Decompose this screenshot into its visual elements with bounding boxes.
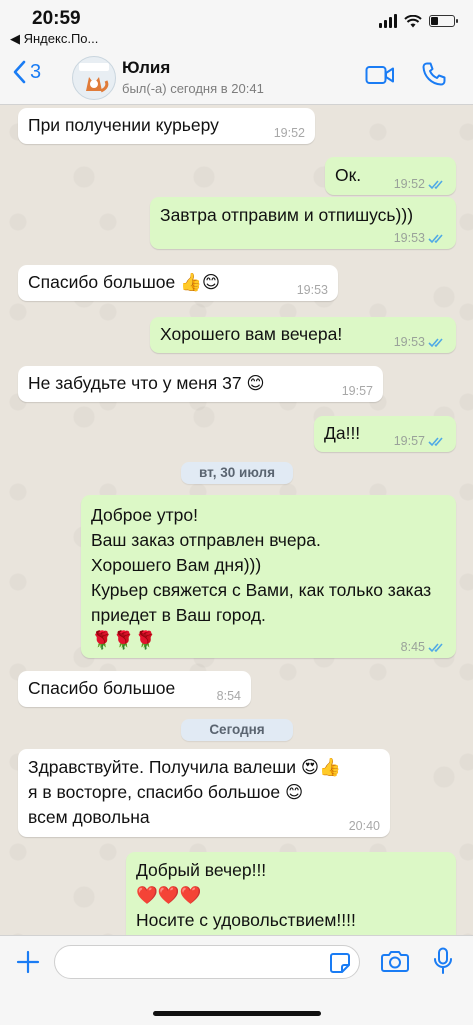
message-time: 19:52 xyxy=(393,177,425,191)
back-button[interactable]: 3 xyxy=(12,60,41,84)
contact-name[interactable]: Юлия xyxy=(122,58,170,78)
date-separator: Сегодня xyxy=(181,719,293,741)
double-check-icon xyxy=(428,337,443,347)
message-text: Хорошего вам вечера! xyxy=(160,324,343,344)
home-indicator[interactable] xyxy=(153,1011,321,1016)
sticker-icon[interactable] xyxy=(329,952,351,974)
message-text: Ок. xyxy=(335,165,362,185)
back-to-app-link[interactable]: ◀ Яндекс.По... xyxy=(10,31,98,47)
chevron-left-icon xyxy=(13,60,26,84)
message-time: 8:54 xyxy=(216,689,241,703)
double-check-icon xyxy=(428,233,443,243)
message-incoming[interactable]: При получении курьеру 19:52 xyxy=(18,108,315,144)
message-input[interactable] xyxy=(54,945,360,979)
message-outgoing[interactable]: Хорошего вам вечера! 19:53 xyxy=(150,317,456,353)
message-text: Спасибо большое 👍😊 xyxy=(28,272,221,292)
avatar-fox-icon xyxy=(79,63,109,93)
top-bar: 20:59 ◀ Яндекс.По... 3 Юлия был(-а) сего… xyxy=(0,0,473,105)
battery-icon xyxy=(429,15,458,27)
plus-icon[interactable] xyxy=(16,950,40,974)
message-outgoing[interactable]: Добрый вечер!!! ❤️❤️❤️ Носите с удовольс… xyxy=(126,852,456,935)
phone-icon[interactable] xyxy=(421,61,447,87)
input-bar xyxy=(0,935,473,1025)
message-time: 19:53 xyxy=(393,335,425,349)
message-text: Не забудьте что у меня 37 😊 xyxy=(28,373,265,393)
microphone-icon[interactable] xyxy=(433,947,453,975)
message-time: 19:52 xyxy=(273,126,305,140)
chat-area[interactable]: При получении курьеру 19:52 Ок. 19:52 За… xyxy=(0,105,473,935)
message-time: 19:53 xyxy=(393,231,425,245)
message-outgoing[interactable]: Доброе утро! Ваш заказ отправлен вчера. … xyxy=(81,495,456,658)
message-text: Здравствуйте. Получила валеши 😍👍 я в вос… xyxy=(28,757,341,827)
status-icons xyxy=(379,14,458,28)
double-check-icon xyxy=(428,436,443,446)
message-time: 8:45 xyxy=(400,640,425,654)
message-text: Доброе утро! Ваш заказ отправлен вчера. … xyxy=(91,505,432,650)
message-outgoing[interactable]: Завтра отправим и отпишусь))) 19:53 xyxy=(150,197,456,249)
contact-last-seen: был(-а) сегодня в 20:41 xyxy=(122,81,264,96)
message-incoming[interactable]: Спасибо большое 8:54 xyxy=(18,671,251,707)
video-camera-icon[interactable] xyxy=(365,65,395,85)
message-text: Спасибо большое xyxy=(28,678,176,698)
double-check-icon xyxy=(428,179,443,189)
wifi-icon xyxy=(404,14,422,27)
message-incoming[interactable]: Не забудьте что у меня 37 😊 19:57 xyxy=(18,366,383,402)
message-text: Добрый вечер!!! ❤️❤️❤️ Носите с удовольс… xyxy=(136,860,356,930)
back-count: 3 xyxy=(30,60,42,83)
message-time: 20:40 xyxy=(348,819,380,833)
message-text: Завтра отправим и отпишусь))) xyxy=(160,205,414,225)
avatar[interactable] xyxy=(72,56,116,100)
message-text: При получении курьеру xyxy=(28,115,219,135)
status-time: 20:59 xyxy=(32,8,81,29)
message-time: 19:57 xyxy=(341,384,373,398)
message-outgoing[interactable]: Да!!! 19:57 xyxy=(314,416,456,452)
message-incoming[interactable]: Здравствуйте. Получила валеши 😍👍 я в вос… xyxy=(18,749,390,837)
message-outgoing[interactable]: Ок. 19:52 xyxy=(325,157,456,195)
signal-icon xyxy=(379,14,397,28)
double-check-icon xyxy=(428,642,443,652)
date-separator: вт, 30 июля xyxy=(181,462,293,484)
message-time: 19:57 xyxy=(393,434,425,448)
message-text: Да!!! xyxy=(324,423,361,443)
message-time: 19:53 xyxy=(296,283,328,297)
camera-icon[interactable] xyxy=(381,949,409,973)
message-incoming[interactable]: Спасибо большое 👍😊 19:53 xyxy=(18,265,338,301)
